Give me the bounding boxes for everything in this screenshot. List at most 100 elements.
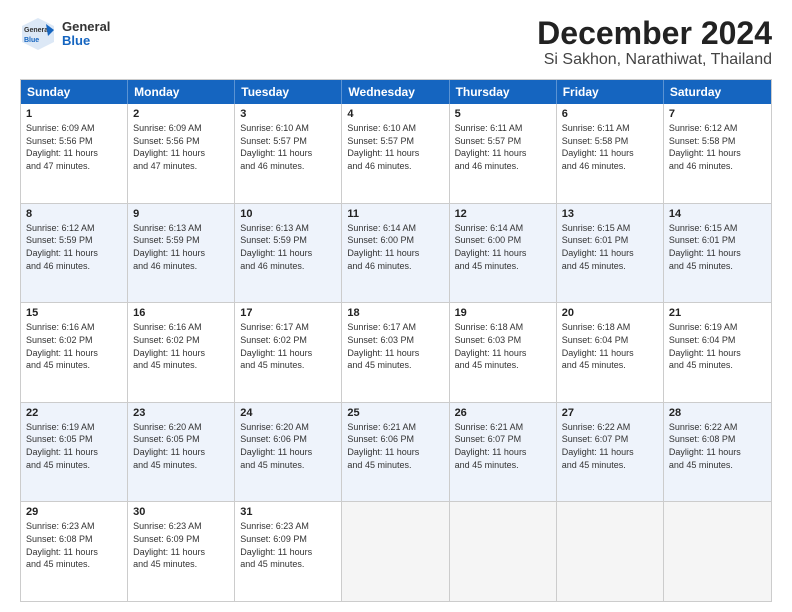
cal-cell-6: 6 Sunrise: 6:11 AMSunset: 5:58 PMDaylight… (557, 104, 664, 203)
day-info: Sunrise: 6:12 AMSunset: 5:58 PMDaylight:… (669, 122, 766, 172)
day-number: 4 (347, 108, 443, 120)
cal-header-thursday: Thursday (450, 80, 557, 104)
cal-cell-17: 17Sunrise: 6:17 AMSunset: 6:02 PMDayligh… (235, 303, 342, 402)
cal-cell-11: 11Sunrise: 6:14 AMSunset: 6:00 PMDayligh… (342, 204, 449, 303)
cal-cell-empty (664, 502, 771, 601)
cal-cell-8: 8Sunrise: 6:12 AMSunset: 5:59 PMDaylight… (21, 204, 128, 303)
cal-cell-15: 15 Sunrise: 6:16 AMSunset: 6:02 PMDayligh… (21, 303, 128, 402)
logo-text: General Blue (62, 20, 110, 49)
cal-week-4: 22Sunrise: 6:19 AMSunset: 6:05 PMDayligh… (21, 403, 771, 503)
day-info: Sunrise: 6:18 AMSunset: 6:04 PMDaylight:… (562, 321, 658, 371)
day-number: 15 (26, 307, 122, 319)
day-info: Sunrise: 6:22 AMSunset: 6:07 PMDaylight:… (562, 421, 658, 471)
day-number: 24 (240, 407, 336, 419)
cal-week-2: 8Sunrise: 6:12 AMSunset: 5:59 PMDaylight… (21, 204, 771, 304)
day-number: 23 (133, 407, 229, 419)
day-number: 6 (562, 108, 658, 120)
day-number: 3 (240, 108, 336, 120)
cal-header-sunday: Sunday (21, 80, 128, 104)
cal-header-friday: Friday (557, 80, 664, 104)
svg-text:General: General (24, 27, 50, 34)
day-number: 8 (26, 208, 122, 220)
day-number: 27 (562, 407, 658, 419)
page-subtitle: Si Sakhon, Narathiwat, Thailand (537, 51, 772, 69)
cal-cell-2: 2 Sunrise: 6:09 AMSunset: 5:56 PMDaylight… (128, 104, 235, 203)
cal-header-saturday: Saturday (664, 80, 771, 104)
day-info: Sunrise: 6:23 AMSunset: 6:09 PMDaylight:… (240, 520, 336, 570)
cal-cell-29: 29Sunrise: 6:23 AMSunset: 6:08 PMDayligh… (21, 502, 128, 601)
day-number: 31 (240, 506, 336, 518)
cal-cell-12: 12Sunrise: 6:14 AMSunset: 6:00 PMDayligh… (450, 204, 557, 303)
day-number: 21 (669, 307, 766, 319)
cal-cell-25: 25 Sunrise: 6:21 AMSunset: 6:06 PMDayligh… (342, 403, 449, 502)
day-info: Sunrise: 6:11 AMSunset: 5:58 PMDaylight:… (562, 122, 658, 172)
day-info: Sunrise: 6:20 AMSunset: 6:06 PMDaylight:… (240, 421, 336, 471)
logo: General Blue General Blue (20, 16, 110, 52)
day-number: 10 (240, 208, 336, 220)
cal-cell-14: 14 Sunrise: 6:15 AMSunset: 6:01 PMDayligh… (664, 204, 771, 303)
cal-cell-20: 20 Sunrise: 6:18 AMSunset: 6:04 PMDayligh… (557, 303, 664, 402)
logo-blue: Blue (62, 34, 110, 48)
day-number: 25 (347, 407, 443, 419)
day-number: 1 (26, 108, 122, 120)
day-info: Sunrise: 6:23 AMSunset: 6:09 PMDaylight:… (133, 520, 229, 570)
svg-text:Blue: Blue (24, 37, 39, 44)
title-block: December 2024 Si Sakhon, Narathiwat, Tha… (537, 16, 772, 69)
cal-cell-30: 30 Sunrise: 6:23 AMSunset: 6:09 PMDayligh… (128, 502, 235, 601)
day-info: Sunrise: 6:09 AMSunset: 5:56 PMDaylight:… (133, 122, 229, 172)
day-number: 11 (347, 208, 443, 220)
cal-week-1: 1 Sunrise: 6:09 AMSunset: 5:56 PMDaylight… (21, 104, 771, 204)
cal-cell-27: 27 Sunrise: 6:22 AMSunset: 6:07 PMDayligh… (557, 403, 664, 502)
day-info: Sunrise: 6:13 AMSunset: 5:59 PMDaylight:… (240, 222, 336, 272)
day-info: Sunrise: 6:17 AMSunset: 6:03 PMDaylight:… (347, 321, 443, 371)
calendar-header: SundayMondayTuesdayWednesdayThursdayFrid… (21, 80, 771, 104)
cal-cell-9: 9 Sunrise: 6:13 AMSunset: 5:59 PMDaylight… (128, 204, 235, 303)
day-info: Sunrise: 6:19 AMSunset: 6:04 PMDaylight:… (669, 321, 766, 371)
cal-week-5: 29Sunrise: 6:23 AMSunset: 6:08 PMDayligh… (21, 502, 771, 601)
day-info: Sunrise: 6:22 AMSunset: 6:08 PMDaylight:… (669, 421, 766, 471)
cal-cell-18: 18 Sunrise: 6:17 AMSunset: 6:03 PMDayligh… (342, 303, 449, 402)
day-info: Sunrise: 6:21 AMSunset: 6:07 PMDaylight:… (455, 421, 551, 471)
day-info: Sunrise: 6:16 AMSunset: 6:02 PMDaylight:… (133, 321, 229, 371)
day-info: Sunrise: 6:21 AMSunset: 6:06 PMDaylight:… (347, 421, 443, 471)
day-number: 22 (26, 407, 122, 419)
cal-cell-3: 3 Sunrise: 6:10 AMSunset: 5:57 PMDaylight… (235, 104, 342, 203)
page-title: December 2024 (537, 16, 772, 51)
day-number: 20 (562, 307, 658, 319)
day-number: 13 (562, 208, 658, 220)
day-number: 18 (347, 307, 443, 319)
day-number: 14 (669, 208, 766, 220)
day-number: 7 (669, 108, 766, 120)
day-info: Sunrise: 6:11 AMSunset: 5:57 PMDaylight:… (455, 122, 551, 172)
cal-cell-16: 16 Sunrise: 6:16 AMSunset: 6:02 PMDayligh… (128, 303, 235, 402)
cal-cell-4: 4Sunrise: 6:10 AMSunset: 5:57 PMDaylight… (342, 104, 449, 203)
calendar-body: 1 Sunrise: 6:09 AMSunset: 5:56 PMDaylight… (21, 104, 771, 601)
day-number: 5 (455, 108, 551, 120)
cal-header-wednesday: Wednesday (342, 80, 449, 104)
cal-cell-1: 1 Sunrise: 6:09 AMSunset: 5:56 PMDaylight… (21, 104, 128, 203)
day-info: Sunrise: 6:14 AMSunset: 6:00 PMDaylight:… (455, 222, 551, 272)
cal-cell-22: 22Sunrise: 6:19 AMSunset: 6:05 PMDayligh… (21, 403, 128, 502)
cal-cell-23: 23Sunrise: 6:20 AMSunset: 6:05 PMDayligh… (128, 403, 235, 502)
cal-header-tuesday: Tuesday (235, 80, 342, 104)
cal-cell-empty (342, 502, 449, 601)
cal-cell-13: 13Sunrise: 6:15 AMSunset: 6:01 PMDayligh… (557, 204, 664, 303)
day-info: Sunrise: 6:10 AMSunset: 5:57 PMDaylight:… (240, 122, 336, 172)
day-info: Sunrise: 6:09 AMSunset: 5:56 PMDaylight:… (26, 122, 122, 172)
logo-general: General (62, 20, 110, 34)
day-info: Sunrise: 6:13 AMSunset: 5:59 PMDaylight:… (133, 222, 229, 272)
page: General Blue General Blue December 2024 … (0, 0, 792, 612)
day-number: 30 (133, 506, 229, 518)
day-info: Sunrise: 6:16 AMSunset: 6:02 PMDaylight:… (26, 321, 122, 371)
day-info: Sunrise: 6:15 AMSunset: 6:01 PMDaylight:… (669, 222, 766, 272)
cal-cell-19: 19Sunrise: 6:18 AMSunset: 6:03 PMDayligh… (450, 303, 557, 402)
cal-cell-10: 10 Sunrise: 6:13 AMSunset: 5:59 PMDayligh… (235, 204, 342, 303)
day-number: 9 (133, 208, 229, 220)
day-number: 16 (133, 307, 229, 319)
cal-cell-24: 24 Sunrise: 6:20 AMSunset: 6:06 PMDayligh… (235, 403, 342, 502)
cal-header-monday: Monday (128, 80, 235, 104)
cal-cell-empty (557, 502, 664, 601)
logo-icon: General Blue (20, 16, 56, 52)
day-number: 26 (455, 407, 551, 419)
day-number: 2 (133, 108, 229, 120)
